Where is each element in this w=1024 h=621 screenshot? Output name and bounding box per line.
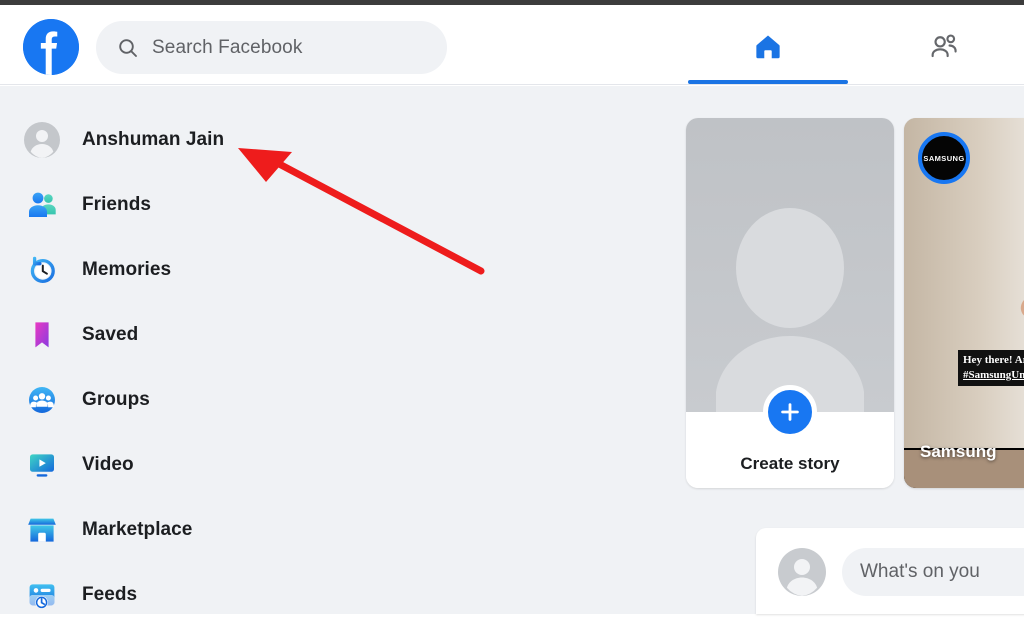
create-story-thumbnail <box>686 118 894 412</box>
sidebar-label-profile: Anshuman Jain <box>82 129 225 150</box>
home-icon <box>756 35 780 59</box>
create-story-card[interactable]: Create story <box>686 118 894 488</box>
tab-home[interactable] <box>688 10 848 84</box>
story-author-name: Samsung <box>920 442 997 461</box>
left-sidebar: Anshuman Jain Friends Memories Saved Gro… <box>0 86 360 614</box>
sidebar-item-groups[interactable]: Groups <box>10 374 350 426</box>
story-caption-line2: #SamsungUnpa <box>963 369 1024 381</box>
profile-avatar-icon <box>24 122 60 158</box>
top-navigation-bar: Search Facebook <box>0 5 1024 85</box>
page-surface: Anshuman Jain Friends Memories Saved Gro… <box>0 86 1024 614</box>
post-composer-placeholder: What's on you <box>860 561 980 582</box>
post-composer-input[interactable]: What's on you <box>842 548 1024 596</box>
sidebar-item-marketplace[interactable]: Marketplace <box>10 504 350 556</box>
groups-icon <box>24 382 60 418</box>
profile-avatar-icon <box>716 208 864 412</box>
sidebar-item-video[interactable]: Video <box>10 439 350 491</box>
friends-icon <box>24 187 60 223</box>
plus-icon[interactable] <box>763 385 817 439</box>
create-story-label: Create story <box>740 454 840 473</box>
samsung-avatar-label: SAMSUNG <box>923 153 965 163</box>
facebook-logo-icon[interactable] <box>23 19 79 75</box>
tab-friends[interactable] <box>864 10 1024 84</box>
sidebar-label-saved: Saved <box>82 324 139 345</box>
sidebar-label-marketplace: Marketplace <box>82 519 193 540</box>
marketplace-storefront-icon <box>24 512 60 548</box>
search-icon <box>119 38 137 57</box>
search-input[interactable]: Search Facebook <box>96 21 447 74</box>
video-play-icon <box>24 447 60 483</box>
memories-clock-icon <box>24 252 60 288</box>
sidebar-item-friends[interactable]: Friends <box>10 179 350 231</box>
sidebar-label-friends: Friends <box>82 194 151 215</box>
saved-bookmark-icon <box>24 317 60 353</box>
search-placeholder: Search Facebook <box>152 36 303 58</box>
profile-avatar-icon[interactable] <box>778 548 826 596</box>
sidebar-item-saved[interactable]: Saved <box>10 309 350 361</box>
sidebar-label-video: Video <box>82 454 134 475</box>
story-card-samsung[interactable]: SAMSUNG Hey there! Are you #SamsungUnpa … <box>904 118 1024 488</box>
sidebar-item-memories[interactable]: Memories <box>10 244 350 296</box>
feeds-icon <box>24 577 60 613</box>
post-composer-card: What's on you <box>756 528 1024 614</box>
sidebar-label-memories: Memories <box>82 259 172 280</box>
friends-icon <box>931 34 957 58</box>
story-caption-line1: Hey there! Are you <box>963 354 1024 366</box>
active-tab-indicator <box>688 80 848 84</box>
sidebar-label-feeds: Feeds <box>82 584 138 605</box>
sidebar-item-feeds[interactable]: Feeds <box>10 569 350 621</box>
sidebar-label-groups: Groups <box>82 389 150 410</box>
story-caption-overlay: Hey there! Are you #SamsungUnpa <box>958 350 1024 386</box>
story-avatar-samsung: SAMSUNG <box>918 132 970 184</box>
sidebar-item-profile[interactable]: Anshuman Jain <box>10 114 350 166</box>
